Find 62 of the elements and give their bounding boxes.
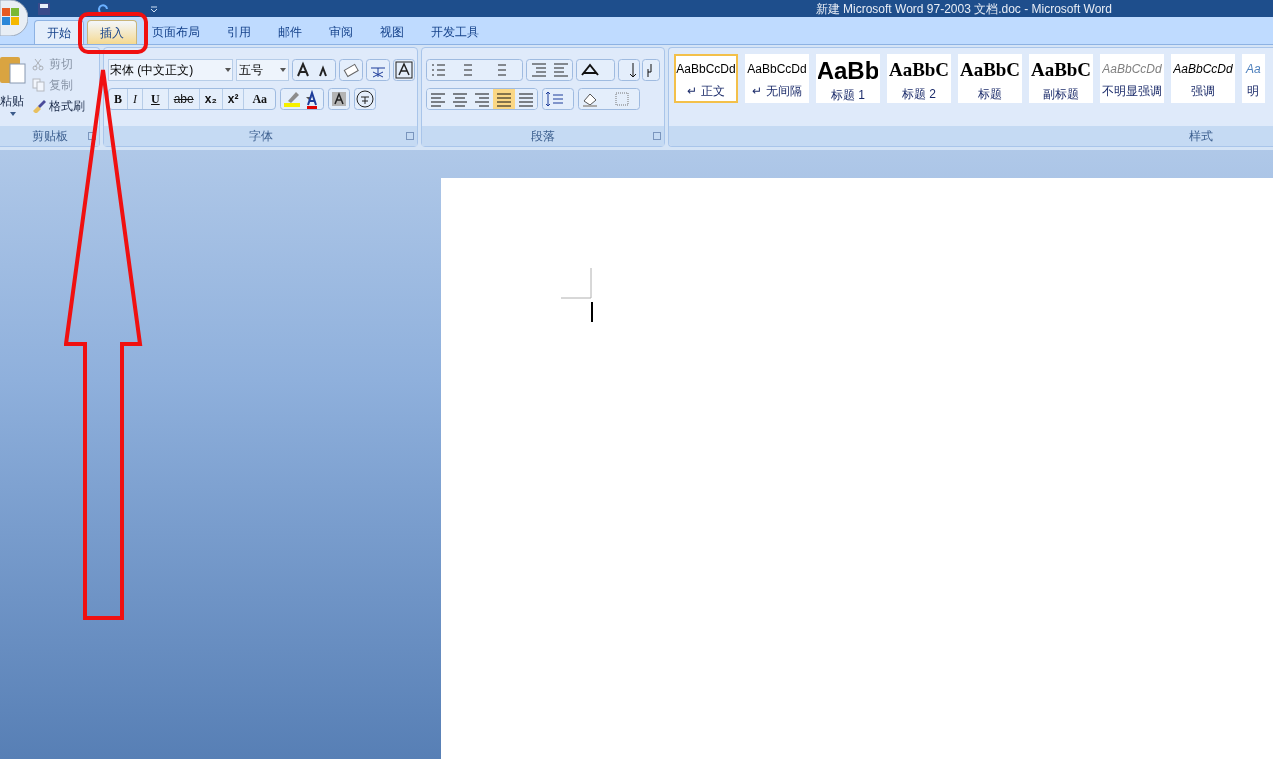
clipboard-item[interactable]: 格式刷	[32, 97, 85, 115]
style-gallery-item[interactable]: AaBbCcDd 强调	[1171, 54, 1235, 103]
ribbon-tab[interactable]: 审阅	[317, 20, 365, 44]
dropdown-caret-icon[interactable]	[10, 112, 16, 116]
ribbon-tab[interactable]: 开始	[34, 20, 84, 44]
font-name-value: 宋体 (中文正文)	[110, 62, 194, 79]
style-gallery-item[interactable]: Aa 明	[1242, 54, 1265, 103]
text-cursor-icon	[561, 268, 593, 323]
style-gallery-item[interactable]: AaBbC 副标题	[1029, 54, 1093, 103]
save-icon[interactable]	[38, 2, 50, 15]
font-format-button[interactable]: Aa	[244, 89, 276, 109]
align-justify-icon[interactable]	[493, 89, 515, 109]
phonetic-guide-icon[interactable]	[366, 59, 390, 81]
paintbrush-icon	[32, 99, 46, 113]
dialog-launcher-icon[interactable]	[88, 132, 96, 140]
highlight-color-icon[interactable]	[280, 88, 325, 110]
group-label: 字体	[248, 128, 273, 145]
group-label: 样式	[1189, 128, 1213, 145]
ribbon-tab[interactable]: 邮件	[266, 20, 314, 44]
customize-toolbar-icon[interactable]	[150, 4, 158, 13]
style-gallery-item[interactable]: AaBbCcDd 不明显强调	[1100, 54, 1164, 103]
font-format-button[interactable]: U	[143, 89, 169, 109]
paragraph-tools-drawing[interactable]	[426, 59, 660, 81]
ribbon-tab[interactable]: 页面布局	[140, 20, 212, 44]
clipboard-icon	[0, 54, 26, 84]
line-spacing-icon[interactable]	[542, 88, 574, 110]
ribbon-tab[interactable]: 引用	[215, 20, 263, 44]
clear-format-icon[interactable]	[339, 59, 363, 81]
shading-borders-icon[interactable]	[578, 88, 640, 110]
font-format-button[interactable]: B	[109, 89, 128, 109]
font-format-button[interactable]: abe	[168, 89, 200, 109]
text-shading-icon[interactable]	[328, 88, 351, 110]
font-format-button[interactable]: x²	[222, 89, 245, 109]
group-label: 段落	[531, 128, 555, 145]
font-format-button[interactable]: I	[128, 89, 143, 109]
font-format-button[interactable]: x₂	[199, 89, 223, 109]
style-gallery-item[interactable]: AaBbC 标题 2	[887, 54, 951, 103]
copy-icon	[32, 78, 46, 92]
dialog-launcher-icon[interactable]	[653, 132, 661, 140]
dropdown-caret-icon	[225, 68, 231, 72]
group-label: 剪贴板	[31, 128, 68, 145]
highlight-rectangle	[78, 12, 148, 54]
style-gallery-item[interactable]: AaBbC 标题	[958, 54, 1022, 103]
style-gallery-item[interactable]: AaBbCcDd ↵ 正文	[674, 54, 738, 103]
character-border-icon[interactable]	[393, 59, 415, 81]
style-gallery-item[interactable]: AaBbCcDd ↵ 无间隔	[745, 54, 809, 103]
office-button-icon[interactable]	[0, 0, 28, 36]
paste-button[interactable]: 粘贴	[0, 54, 32, 126]
enclose-character-icon[interactable]	[354, 88, 377, 110]
font-name-dropdown[interactable]: 宋体 (中文正文)	[108, 59, 233, 81]
grow-font-icon[interactable]	[292, 59, 336, 81]
dropdown-caret-icon	[280, 68, 286, 72]
dialog-launcher-icon[interactable]	[406, 132, 414, 140]
style-gallery-item[interactable]: AaBb 标题 1	[816, 54, 880, 103]
ribbon-tab[interactable]: 开发工具	[419, 20, 491, 44]
font-size-dropdown[interactable]: 五号	[236, 59, 289, 81]
scissors-icon	[32, 57, 46, 71]
window-title: 新建 Microsoft Word 97-2003 文档.doc - Microsoft Word	[815, 0, 1112, 18]
ribbon-tab[interactable]: 视图	[368, 20, 416, 44]
font-size-value: 五号	[239, 62, 263, 79]
ribbon-tab[interactable]: 插入	[87, 20, 137, 44]
redo-icon[interactable]	[98, 2, 110, 15]
